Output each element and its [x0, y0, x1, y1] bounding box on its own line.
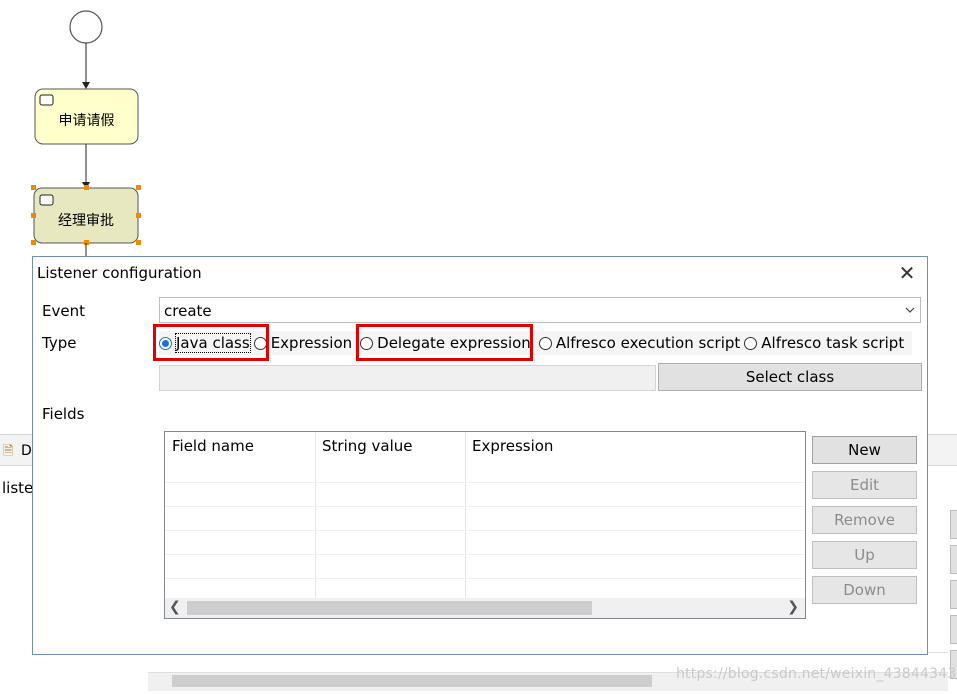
class-name-input[interactable]	[159, 365, 656, 391]
watermark-text: https://blog.csdn.net/weixin_43844343	[676, 666, 957, 682]
down-button[interactable]: Down	[812, 576, 917, 604]
radio-alfresco-execution-script[interactable]: Alfresco execution script	[538, 334, 741, 352]
dialog-title: Listener configuration	[37, 264, 202, 282]
start-event[interactable]	[69, 10, 103, 44]
fields-label: Fields	[42, 405, 85, 423]
table-horizontal-scrollbar[interactable]: ❮ ❯	[165, 598, 805, 618]
column-header-expression[interactable]: Expression	[465, 432, 805, 460]
event-label: Event	[42, 302, 85, 320]
background-scroll-thumb[interactable]	[172, 675, 652, 687]
radio-alfresco-execution-script-label: Alfresco execution script	[555, 334, 741, 352]
background-side-button[interactable]	[950, 580, 957, 609]
radio-java-class[interactable]: Java class	[159, 333, 251, 353]
radio-alfresco-task-script-label: Alfresco task script	[761, 334, 905, 352]
radio-expression-label: Expression	[270, 334, 353, 352]
row-divider	[165, 578, 805, 579]
radio-java-class-label: Java class	[175, 333, 251, 353]
user-task-icon	[39, 94, 54, 106]
listener-configuration-dialog: Listener configuration ✕ Event create Ty…	[32, 256, 928, 655]
document-icon: 🗎	[3, 444, 14, 459]
background-side-button[interactable]	[950, 615, 957, 644]
user-task-icon	[39, 194, 54, 206]
task-label-manager-approval: 经理审批	[58, 213, 114, 229]
row-divider	[165, 554, 805, 555]
radio-expression[interactable]: Expression	[253, 334, 353, 352]
background-tab-label[interactable]: D	[21, 443, 32, 459]
column-header-field-name[interactable]: Field name	[165, 432, 315, 460]
process-diagram	[31, 10, 141, 258]
radio-checked-icon[interactable]	[159, 336, 172, 350]
row-divider	[165, 482, 805, 483]
background-list-label: liste	[2, 479, 34, 497]
column-divider	[315, 432, 316, 598]
radio-unchecked-icon[interactable]	[744, 336, 758, 350]
radio-alfresco-task-script[interactable]: Alfresco task script	[744, 334, 904, 352]
scroll-thumb[interactable]	[187, 601, 592, 615]
event-select[interactable]: create	[159, 297, 921, 323]
task-label-apply-leave: 申请请假	[58, 113, 115, 129]
chevron-right-icon[interactable]: ❯	[787, 599, 799, 615]
event-select-value: create	[164, 302, 212, 320]
radio-delegate-expression-label: Delegate expression	[377, 334, 531, 352]
chevron-down-icon	[905, 307, 915, 313]
radio-unchecked-icon[interactable]	[253, 336, 267, 350]
new-button[interactable]: New	[812, 436, 917, 464]
background-side-button[interactable]	[950, 545, 957, 574]
arrow-head-1	[82, 82, 90, 89]
fields-table[interactable]: Field name String value Expression ❮ ❯	[164, 431, 806, 619]
column-header-string-value[interactable]: String value	[315, 432, 465, 460]
radio-delegate-expression[interactable]: Delegate expression	[360, 334, 531, 352]
close-icon[interactable]: ✕	[897, 263, 917, 283]
column-divider	[465, 432, 466, 598]
background-side-button[interactable]	[950, 510, 957, 539]
type-label: Type	[42, 334, 77, 352]
edit-button[interactable]: Edit	[812, 471, 917, 499]
row-divider	[165, 506, 805, 507]
radio-unchecked-icon[interactable]	[538, 336, 552, 350]
select-class-button[interactable]: Select class	[658, 363, 922, 391]
row-divider	[165, 530, 805, 531]
remove-button[interactable]: Remove	[812, 506, 917, 534]
up-button[interactable]: Up	[812, 541, 917, 569]
chevron-left-icon[interactable]: ❮	[169, 599, 181, 615]
type-radio-group: Java class Expression Delegate expressio…	[159, 331, 913, 355]
radio-unchecked-icon[interactable]	[360, 336, 374, 350]
